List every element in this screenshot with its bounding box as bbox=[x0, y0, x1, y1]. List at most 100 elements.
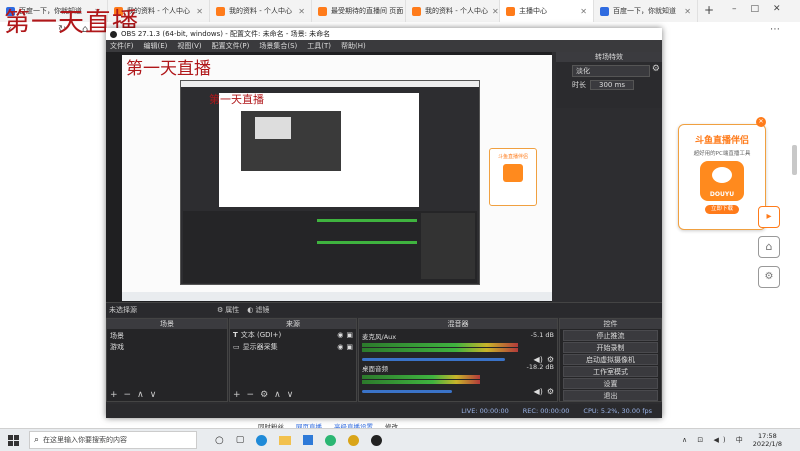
rec-status: REC: 00:00:00 bbox=[522, 407, 570, 415]
duration-input[interactable]: 300 ms bbox=[590, 80, 635, 90]
obs-menu-item[interactable]: 工具(T) bbox=[307, 41, 331, 51]
preview-taskbar bbox=[122, 292, 552, 301]
filters-button[interactable]: ◐ 滤镜 bbox=[247, 305, 269, 315]
volume-meter bbox=[362, 348, 518, 352]
tray-icons: ∧ ⊡ ◀) 中 bbox=[682, 436, 747, 444]
source-item[interactable]: ▭ 显示器采集 ◉ ▣ bbox=[230, 341, 356, 353]
close-icon[interactable]: ✕ bbox=[773, 4, 781, 14]
right-dock-empty bbox=[556, 108, 662, 302]
cpu-status: CPU: 5.2%, 30.00 fps bbox=[583, 407, 652, 415]
taskbar-search[interactable]: ⌕ 在这里输入你要搜索的内容 bbox=[29, 431, 197, 449]
control-button[interactable]: 启动虚拟摄像机 bbox=[563, 354, 658, 365]
obs-menu-item[interactable]: 场景集合(S) bbox=[259, 41, 297, 51]
preview-area: 第一天直播 第一天直播 斗鱼直播伴侣 bbox=[106, 52, 552, 302]
down-icon[interactable]: ∨ bbox=[150, 390, 163, 400]
app-icon[interactable] bbox=[348, 434, 360, 446]
cortana-icon[interactable]: ○ bbox=[215, 435, 224, 446]
maximize-icon[interactable]: □ bbox=[751, 4, 760, 14]
channel-level: -5.1 dB bbox=[530, 331, 554, 339]
ad-title: 斗鱼直播伴侣 bbox=[694, 136, 749, 146]
obs-statusbar: LIVE: 00:00:00 REC: 00:00:00 CPU: 5.2%, … bbox=[106, 404, 662, 418]
browser-tab[interactable]: 我的资料 - 个人中心 ✕ bbox=[210, 0, 312, 22]
gear-icon[interactable]: ⚙ bbox=[260, 390, 274, 400]
obs-menu-item[interactable]: 文件(F) bbox=[110, 41, 134, 51]
control-button[interactable]: 工作室模式 bbox=[563, 366, 658, 377]
tab-close-icon[interactable]: ✕ bbox=[684, 7, 691, 16]
up-icon[interactable]: ∧ bbox=[137, 390, 150, 400]
gear-icon[interactable]: ⚙ bbox=[547, 387, 554, 396]
tab-close-icon[interactable]: ✕ bbox=[196, 7, 203, 16]
browser-tab[interactable]: 主播中心 ✕ bbox=[500, 0, 594, 22]
properties-button[interactable]: ⚙ 属性 bbox=[217, 305, 239, 315]
windows-start-icon[interactable] bbox=[8, 434, 19, 446]
sources-toolbar: +−⚙∧∨ bbox=[233, 390, 299, 400]
search-placeholder: 在这里输入你要搜索的内容 bbox=[43, 436, 128, 444]
obs-titlebar: OBS 27.1.3 (64-bit, windows) - 配置文件: 未命名… bbox=[106, 28, 662, 40]
obs-menu-item[interactable]: 编辑(E) bbox=[144, 41, 168, 51]
duration-label: 时长 bbox=[572, 81, 586, 89]
transition-gear-icon[interactable]: ⚙ bbox=[652, 64, 660, 74]
store-icon[interactable] bbox=[303, 435, 314, 445]
download-button[interactable]: 立即下载 bbox=[705, 205, 739, 214]
add-icon[interactable]: + bbox=[110, 390, 124, 400]
up-icon[interactable]: ∧ bbox=[274, 390, 287, 400]
clock[interactable]: 17:58 2022/1/8 bbox=[753, 432, 782, 448]
search-icon: ⌕ bbox=[34, 435, 40, 445]
obs-menu-item[interactable]: 视图(V) bbox=[177, 41, 201, 51]
preview-overlay-title: 第一天直播 bbox=[126, 59, 211, 79]
scenes-panel: 场景 场景 游戏 +−∧∨ bbox=[106, 318, 228, 402]
properties-label: 属性 bbox=[225, 306, 240, 314]
control-button[interactable]: 退出 bbox=[563, 390, 658, 401]
obs-menu-item[interactable]: 配置文件(P) bbox=[212, 41, 250, 51]
volume-meter bbox=[362, 380, 480, 384]
no-source-label: 未选择源 bbox=[109, 306, 137, 314]
minimize-icon[interactable]: – bbox=[732, 4, 737, 14]
side-home-icon[interactable]: ⌂ bbox=[758, 236, 780, 258]
nested-obs: 第一天直播 bbox=[180, 80, 480, 285]
edge-browser-icon[interactable] bbox=[325, 434, 337, 446]
source-label: 显示器采集 bbox=[242, 343, 278, 351]
scene-item[interactable]: 游戏 bbox=[107, 341, 227, 353]
play-icon[interactable]: ▸ bbox=[758, 206, 780, 228]
file-explorer-icon[interactable] bbox=[279, 435, 292, 445]
browser-tab[interactable]: 最受期待的直播间 页面✕ bbox=[312, 0, 406, 22]
scenes-title: 场景 bbox=[107, 319, 227, 329]
ad-close-button[interactable]: ✕ bbox=[756, 117, 766, 127]
tab-label: 主播中心 bbox=[519, 7, 547, 15]
obs-menu-item[interactable]: 帮助(H) bbox=[341, 41, 366, 51]
lock-icon[interactable]: ▣ bbox=[346, 343, 353, 351]
obs-taskbar-icon[interactable] bbox=[371, 434, 383, 446]
volume-slider[interactable] bbox=[362, 390, 452, 393]
down-icon[interactable]: ∨ bbox=[287, 390, 300, 400]
douyu-ad-card[interactable]: 斗鱼直播伴侣 超好用的PC端直播工具 DOUYU 立即下载 bbox=[678, 124, 766, 230]
tab-close-icon[interactable]: ✕ bbox=[298, 7, 305, 16]
tab-label: 我的资料 - 个人中心 bbox=[229, 7, 292, 15]
source-item[interactable]: T 文本 (GDI+) ◉ ▣ bbox=[230, 329, 356, 341]
transition-select[interactable]: 淡化 bbox=[572, 65, 650, 77]
control-button[interactable]: 开始录制 bbox=[563, 342, 658, 353]
logo-text: DOUYU bbox=[709, 191, 735, 198]
sources-title: 来源 bbox=[230, 319, 356, 329]
browser-tab[interactable]: 我的资料 - 个人中心 ✕ bbox=[406, 0, 500, 22]
remove-icon[interactable]: − bbox=[247, 390, 261, 400]
task-view-icon[interactable]: ▢ bbox=[236, 435, 245, 445]
tab-close-icon[interactable]: ✕ bbox=[580, 7, 587, 16]
side-tool-icon[interactable]: ⚙ bbox=[758, 266, 780, 288]
lock-icon[interactable]: ▣ bbox=[346, 331, 353, 339]
remove-icon[interactable]: − bbox=[124, 390, 138, 400]
browser-tab[interactable]: 百度一下，你就知道 ✕ bbox=[594, 0, 698, 22]
scene-item[interactable]: 场景 bbox=[107, 329, 227, 341]
eye-icon[interactable]: ◉ bbox=[337, 343, 343, 351]
new-tab-button[interactable]: + bbox=[704, 3, 714, 17]
speaker-icon[interactable]: ◀) bbox=[534, 387, 543, 396]
scrollbar[interactable] bbox=[792, 145, 797, 175]
add-icon[interactable]: + bbox=[233, 390, 247, 400]
filter-icon: ◐ bbox=[247, 306, 254, 314]
edge-icon[interactable] bbox=[256, 434, 268, 446]
tab-close-icon[interactable]: ✕ bbox=[492, 7, 499, 16]
tab-favicon-icon bbox=[412, 6, 421, 16]
control-button[interactable]: 停止推流 bbox=[563, 330, 658, 341]
control-button[interactable]: 设置 bbox=[563, 378, 658, 389]
eye-icon[interactable]: ◉ bbox=[337, 331, 343, 339]
extensions-icon[interactable]: ⋯ bbox=[770, 24, 780, 35]
